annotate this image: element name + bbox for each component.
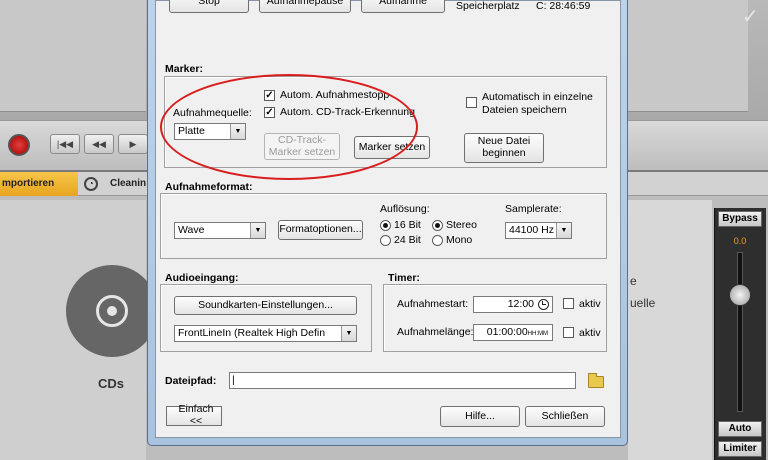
folder-icon[interactable]	[588, 373, 604, 388]
cd-icon[interactable]	[66, 265, 158, 357]
auto-split-label: Automatisch in einzelne Dateien speichern	[482, 91, 593, 116]
length-active-label: aktiv	[579, 327, 601, 339]
fader-knob[interactable]	[729, 284, 751, 306]
start-time-input[interactable]: 12:00	[473, 296, 553, 313]
stereo-radio[interactable]	[432, 220, 443, 231]
auto-button[interactable]: Auto	[718, 421, 762, 437]
storage-label: Speicherplatz	[456, 0, 520, 12]
bit24-label: 24 Bit	[394, 234, 421, 246]
mono-radio[interactable]	[432, 235, 443, 246]
tab-import[interactable]: mportieren	[0, 172, 78, 196]
simple-mode-button[interactable]: Einfach <<	[166, 404, 222, 427]
cd-track-detect-label: Autom. CD-Track-Erkennung	[280, 106, 415, 118]
resolution-label: Auflösung:	[380, 203, 430, 215]
record-button[interactable]: Aufnahme	[361, 0, 445, 13]
file-path-input[interactable]: |	[229, 372, 576, 389]
auto-stop-label: Autom. Aufnahmestopp	[280, 89, 390, 101]
background-left-pane	[0, 0, 146, 112]
help-button[interactable]: Hilfe...	[440, 406, 520, 427]
format-section-title: Aufnahmeformat:	[165, 181, 253, 193]
start-active-label: aktiv	[579, 298, 601, 310]
source-label: Aufnahmequelle:	[173, 107, 252, 119]
close-button[interactable]: Schließen	[525, 406, 605, 427]
record-pause-button[interactable]: Aufnahmepause	[259, 0, 351, 13]
marker-section-title: Marker:	[165, 63, 203, 75]
source-select[interactable]: Platte ▼	[174, 123, 246, 140]
chevron-down-icon: ▼	[341, 326, 356, 341]
length-label: Aufnahmelänge:	[397, 326, 474, 338]
mono-label: Mono	[446, 234, 473, 246]
file-path-label: Dateipfad:	[165, 375, 217, 387]
chevron-down-icon: ▼	[250, 223, 265, 238]
bit16-radio[interactable]	[380, 220, 391, 231]
format-options-button[interactable]: Formatoptionen...	[278, 220, 363, 240]
auto-split-checkbox[interactable]	[466, 97, 477, 108]
checkmark-icon: ✓	[742, 6, 759, 28]
chevron-down-icon: ▼	[230, 124, 245, 139]
new-file-button[interactable]: Neue Datei beginnen	[464, 133, 544, 163]
tab-cleaning[interactable]: Cleanin	[80, 172, 150, 196]
rewind-button[interactable]: ◀◀	[84, 134, 114, 154]
audio-device-select[interactable]: FrontLineIn (Realtek High Defin ▼	[174, 325, 357, 342]
play-button[interactable]: ▶	[118, 134, 148, 154]
auto-stop-checkbox[interactable]: ✓	[264, 90, 275, 101]
length-input[interactable]: 01:00:00HH:MM	[473, 324, 553, 341]
bit24-radio[interactable]	[380, 235, 391, 246]
stop-button[interactable]: Stop	[169, 0, 249, 13]
cd-track-marker-button[interactable]: CD-Track- Marker setzen	[264, 133, 340, 160]
record-transport-button[interactable]	[8, 134, 30, 156]
soundcard-settings-button[interactable]: Soundkarten-Einstellungen...	[174, 296, 357, 315]
storage-value: C: 28:46:59	[536, 0, 591, 12]
format-select[interactable]: Wave ▼	[174, 222, 266, 239]
samplerate-select[interactable]: 44100 Hz ▼	[505, 222, 572, 239]
bypass-button[interactable]: Bypass	[718, 211, 762, 227]
chevron-down-icon: ▼	[556, 223, 571, 238]
audio-input-section-title: Audioeingang:	[165, 272, 239, 284]
start-active-checkbox[interactable]	[563, 298, 574, 309]
clock-icon	[538, 299, 549, 310]
limiter-button[interactable]: Limiter	[718, 441, 762, 457]
background-right-pane	[628, 0, 748, 112]
skip-back-button[interactable]: |◀◀	[50, 134, 80, 154]
background-right-text: e uelle	[630, 274, 656, 310]
stereo-label: Stereo	[446, 219, 477, 231]
level-readout: 0.0	[733, 236, 747, 246]
timer-section-title: Timer:	[388, 272, 420, 284]
cds-label: CDs	[98, 376, 125, 391]
set-marker-button[interactable]: Marker setzen	[354, 136, 430, 159]
background-right-panel	[628, 200, 712, 460]
length-active-checkbox[interactable]	[563, 327, 574, 338]
cd-track-detect-checkbox[interactable]: ✓	[264, 107, 275, 118]
fader-track[interactable]	[737, 252, 743, 412]
start-time-label: Aufnahmestart:	[397, 298, 469, 310]
samplerate-label: Samplerate:	[505, 203, 562, 215]
bit16-label: 16 Bit	[394, 219, 421, 231]
